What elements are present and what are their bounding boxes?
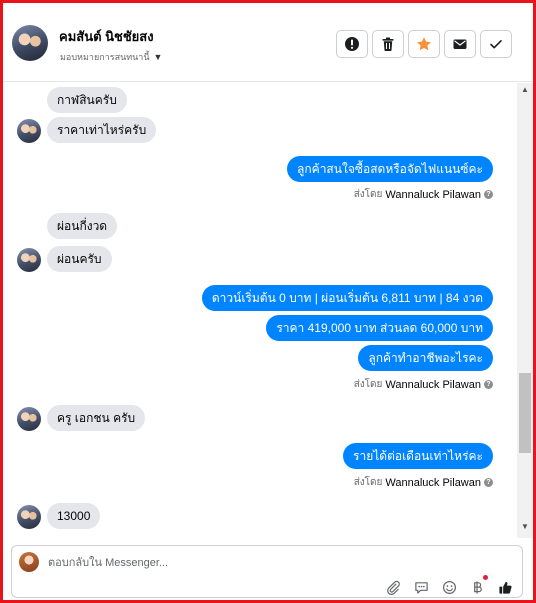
- outgoing-message[interactable]: ลูกค้าทำอาชีพอะไรคะ: [358, 345, 493, 371]
- star-button[interactable]: [408, 30, 440, 58]
- sent-by-line: ส่งโดย Wannaluck Pilawan ?: [354, 377, 493, 392]
- incoming-message[interactable]: 13000: [47, 503, 101, 529]
- scroll-down-arrow-icon[interactable]: ▼: [520, 522, 530, 532]
- sent-by-prefix: ส่งโดย: [353, 477, 383, 488]
- contact-avatar-small: [17, 248, 41, 272]
- trash-icon: [382, 37, 394, 52]
- star-icon: [417, 37, 431, 51]
- delete-button[interactable]: [372, 30, 404, 58]
- notification-dot: [483, 575, 488, 580]
- reply-composer: [11, 545, 523, 598]
- contact-avatar-small: [17, 119, 41, 143]
- help-icon[interactable]: ?: [484, 190, 493, 199]
- paperclip-icon: [386, 580, 400, 595]
- mark-unread-button[interactable]: [444, 30, 476, 58]
- baht-icon: [473, 580, 482, 594]
- help-icon[interactable]: ?: [484, 478, 493, 487]
- contact-avatar-small: [17, 407, 41, 431]
- incoming-message[interactable]: ครู เอกชน ครับ: [47, 405, 146, 431]
- like-button[interactable]: [497, 579, 513, 595]
- check-icon: [490, 40, 502, 49]
- incoming-message[interactable]: ผ่อนครับ: [47, 246, 112, 272]
- contact-avatar-small: [17, 505, 41, 529]
- saved-replies-button[interactable]: [413, 579, 429, 595]
- envelope-icon: [453, 39, 467, 49]
- chat-bubble-icon: [414, 581, 428, 594]
- attach-button[interactable]: [385, 579, 401, 595]
- assign-conversation-dropdown[interactable]: มอบหมายการสนทนานี้ ▼: [60, 50, 162, 64]
- report-button[interactable]: [336, 30, 368, 58]
- incoming-message[interactable]: ราคาเท่าไหร่ครับ: [47, 117, 157, 143]
- sent-by-prefix: ส่งโดย: [353, 189, 383, 200]
- message-thread[interactable]: กาฬสินครับ ราคาเท่าไหร่ครับ ลูกค้าสนใจซื…: [3, 83, 517, 538]
- sent-by-agent[interactable]: Wannaluck Pilawan: [385, 189, 481, 201]
- sent-by-line: ส่งโดย Wannaluck Pilawan ?: [354, 187, 493, 202]
- outgoing-message[interactable]: ราคา 419,000 บาท ส่วนลด 60,000 บาท: [266, 315, 493, 341]
- sent-by-prefix: ส่งโดย: [353, 379, 383, 390]
- caret-down-icon: ▼: [153, 52, 163, 62]
- conversation-header: คมสันต์ นิชชัยสง มอบหมายการสนทนานี้ ▼: [3, 3, 533, 82]
- incoming-message[interactable]: กาฬสินครับ: [47, 87, 127, 113]
- contact-name[interactable]: คมสันต์ นิชชัยสง: [59, 26, 154, 47]
- header-actions: [336, 30, 512, 58]
- assign-label: มอบหมายการสนทนานี้: [60, 52, 150, 62]
- scrollbar-thumb[interactable]: [519, 373, 531, 453]
- thread-scrollbar[interactable]: ▲ ▼: [517, 83, 533, 538]
- outgoing-message[interactable]: ลูกค้าสนใจซื้อสดหรือจัดไฟแนนซ์คะ: [287, 156, 493, 182]
- sent-by-agent[interactable]: Wannaluck Pilawan: [385, 379, 481, 391]
- payment-button[interactable]: [469, 575, 488, 595]
- composer-tools: [385, 575, 513, 595]
- emoji-button[interactable]: [441, 579, 457, 595]
- help-icon[interactable]: ?: [484, 380, 493, 389]
- sent-by-agent[interactable]: Wannaluck Pilawan: [385, 477, 481, 489]
- scroll-up-arrow-icon[interactable]: ▲: [520, 85, 530, 95]
- smiley-icon: [442, 580, 456, 594]
- reply-input[interactable]: [48, 554, 468, 572]
- done-button[interactable]: [480, 30, 512, 58]
- thumbs-up-icon: [498, 581, 512, 594]
- alert-icon: [345, 37, 359, 51]
- sent-by-line: ส่งโดย Wannaluck Pilawan ?: [354, 475, 493, 490]
- outgoing-message[interactable]: รายได้ต่อเดือนเท่าไหร่คะ: [343, 443, 493, 469]
- outgoing-message[interactable]: ดาวน์เริ่มต้น 0 บาท | ผ่อนเริ่มต้น 6,811…: [201, 285, 493, 311]
- contact-avatar[interactable]: [12, 25, 48, 61]
- page-avatar: [19, 552, 39, 572]
- incoming-message[interactable]: ผ่อนกี่งวด: [47, 213, 118, 239]
